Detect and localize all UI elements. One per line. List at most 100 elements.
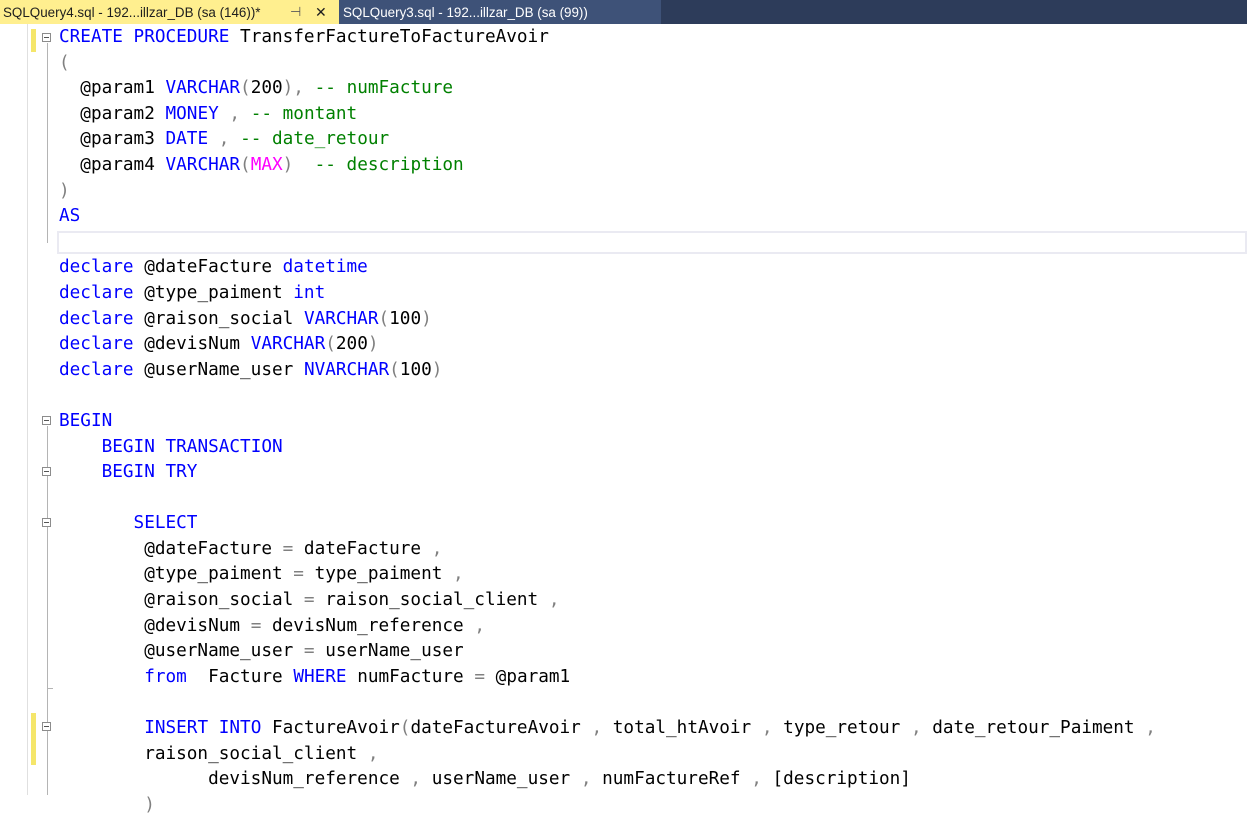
code-token: ,	[367, 743, 379, 764]
code-line[interactable]: declare @userName_user NVARCHAR(100)	[59, 358, 1156, 384]
code-line[interactable]: @userName_user = userName_user	[59, 639, 1156, 665]
pin-icon[interactable]: ⊣	[290, 0, 301, 24]
code-token: =	[474, 666, 486, 687]
code-line[interactable]: BEGIN TRANSACTION	[59, 435, 1156, 461]
code-line[interactable]: @param1 VARCHAR(200), -- numFacture	[59, 76, 1156, 102]
code-line[interactable]: @type_paiment = type_paiment ,	[59, 562, 1156, 588]
code-token: (	[389, 359, 400, 380]
code-line[interactable]: AS	[59, 204, 1156, 230]
code-token: from	[144, 666, 187, 687]
code-token: ,	[410, 769, 422, 790]
code-line[interactable]: SELECT	[59, 511, 1156, 537]
code-token: =	[250, 615, 262, 636]
code-token: CREATE PROCEDURE	[59, 27, 230, 47]
code-token: SELECT	[133, 513, 198, 534]
sql-code-editor[interactable]: CREATE PROCEDURE TransferFactureToFactur…	[59, 25, 1156, 818]
code-line[interactable]	[59, 230, 1156, 256]
code-token: ,	[591, 718, 603, 739]
code-token: ),	[282, 78, 304, 99]
code-token: @dateFacture	[59, 538, 283, 559]
code-line[interactable]: )	[59, 179, 1156, 205]
code-token: )	[59, 180, 70, 201]
code-line[interactable]: @devisNum = devisNum_reference ,	[59, 614, 1156, 640]
code-token: ,	[208, 129, 230, 150]
tab-sqlquery4[interactable]: SQLQuery4.sql - 192...illzar_DB (sa (146…	[0, 0, 339, 24]
code-token: ,	[548, 590, 560, 611]
code-line[interactable]: declare @type_paiment int	[59, 281, 1156, 307]
code-token: (	[240, 154, 251, 175]
code-token: )	[367, 334, 379, 355]
code-token: 100	[389, 308, 422, 329]
collapse-icon[interactable]	[42, 722, 51, 731]
code-token: (	[240, 78, 251, 99]
code-token: @type_paiment	[133, 282, 294, 303]
close-icon[interactable]: ✕	[315, 0, 327, 24]
code-token: FactureAvoir	[261, 718, 400, 739]
code-line[interactable]: declare @raison_social VARCHAR(100)	[59, 307, 1156, 333]
code-token: dateFactureAvoir	[410, 718, 592, 739]
code-token: ,	[761, 718, 773, 739]
collapse-icon[interactable]	[42, 467, 51, 476]
code-line[interactable]: BEGIN	[59, 409, 1156, 435]
code-line[interactable]: @param2 MONEY , -- montant	[59, 102, 1156, 128]
code-token: -- description	[293, 154, 464, 175]
code-token: @raison_social	[133, 308, 304, 329]
code-token: -- date_retour	[229, 129, 390, 150]
code-line[interactable]: raison_social_client ,	[59, 742, 1156, 768]
tab-label: SQLQuery4.sql - 192...illzar_DB (sa (146…	[3, 4, 261, 20]
code-token: userName_user	[314, 641, 464, 662]
code-token: BEGIN TRANSACTION	[101, 436, 283, 457]
code-token: dateFacture	[293, 538, 432, 559]
tab-sqlquery3[interactable]: SQLQuery3.sql - 192...illzar_DB (sa (99)…	[339, 0, 661, 24]
code-token: devisNum_reference	[59, 769, 411, 790]
fold-guide	[47, 426, 48, 795]
code-line[interactable]	[59, 486, 1156, 512]
code-token: (	[59, 52, 70, 73]
code-line[interactable]: CREATE PROCEDURE TransferFactureToFactur…	[59, 25, 1156, 51]
code-token: NVARCHAR	[303, 359, 390, 380]
code-line[interactable]: @dateFacture = dateFacture ,	[59, 537, 1156, 563]
code-token: numFactureRef	[591, 769, 752, 790]
code-token: ,	[474, 615, 485, 636]
code-line[interactable]: devisNum_reference , userName_user , num…	[59, 767, 1156, 793]
collapse-icon[interactable]	[42, 518, 51, 527]
code-line[interactable]	[59, 690, 1156, 716]
code-token: @devisNum	[133, 334, 251, 355]
code-token: BEGIN TRY	[101, 462, 198, 483]
code-token: -- montant	[240, 103, 358, 124]
code-line[interactable]: @param4 VARCHAR(MAX) -- description	[59, 153, 1156, 179]
code-line[interactable]: declare @dateFacture datetime	[59, 255, 1156, 281]
code-line[interactable]: (	[59, 51, 1156, 77]
editor-margin	[0, 24, 28, 795]
code-line[interactable]: @param3 DATE , -- date_retour	[59, 127, 1156, 153]
collapse-icon[interactable]	[42, 416, 51, 425]
code-token: ,	[751, 769, 762, 790]
code-token: @param3	[59, 129, 166, 150]
change-indicator	[31, 713, 36, 765]
code-line[interactable]: declare @devisNum VARCHAR(200)	[59, 332, 1156, 358]
code-line[interactable]: BEGIN TRY	[59, 460, 1156, 486]
code-token: 100	[399, 359, 432, 380]
code-line[interactable]	[59, 383, 1156, 409]
code-token: )	[421, 308, 432, 329]
code-token: declare	[59, 334, 134, 355]
code-line[interactable]: from Facture WHERE numFacture = @param1	[59, 665, 1156, 691]
code-token: userName_user	[421, 769, 581, 790]
code-token: raison_social_client	[314, 590, 549, 611]
code-token: VARCHAR	[303, 308, 379, 329]
code-token: =	[293, 564, 304, 585]
code-token: declare	[59, 359, 134, 380]
code-token: date_retour_Paiment	[921, 718, 1146, 739]
code-line[interactable]: INSERT INTO FactureAvoir(dateFactureAvoi…	[59, 716, 1156, 742]
code-token: @type_paiment	[59, 564, 294, 585]
code-token: =	[282, 538, 294, 559]
code-line[interactable]: )	[59, 793, 1156, 818]
collapse-icon[interactable]	[42, 33, 51, 42]
code-token: (	[325, 334, 336, 355]
code-token: VARCHAR	[165, 154, 241, 175]
code-line[interactable]: @raison_social = raison_social_client ,	[59, 588, 1156, 614]
